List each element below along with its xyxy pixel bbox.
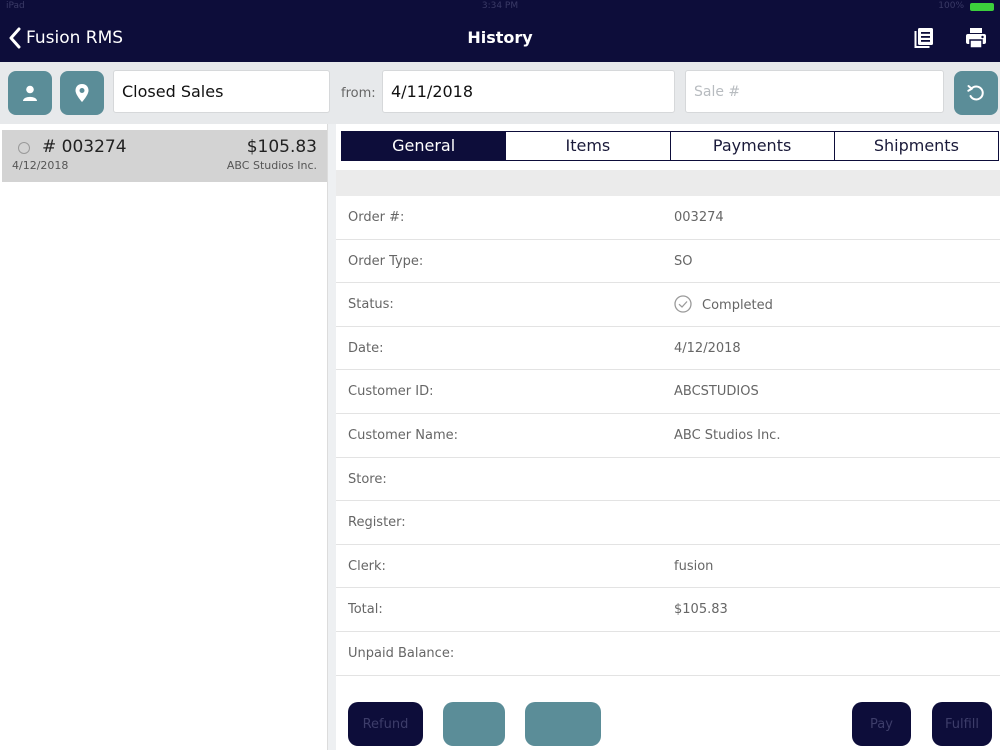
action-button-2[interactable] (443, 702, 505, 746)
chevron-left-icon (9, 27, 21, 49)
back-label: Fusion RMS (26, 28, 124, 48)
detail-row-customer-id: Customer ID: ABCSTUDIOS (336, 370, 1000, 414)
battery-percent: 100% (938, 1, 964, 11)
battery-icon (970, 3, 994, 11)
refresh-button[interactable] (954, 71, 998, 115)
printer-icon (966, 28, 986, 49)
list-item-customer: ABC Studios Inc. (226, 159, 317, 172)
sale-number-input[interactable]: Sale # (685, 70, 944, 113)
tab-shipments[interactable]: Shipments (834, 132, 998, 160)
detail-value: SO (674, 253, 693, 269)
location-filter-button[interactable] (60, 71, 104, 115)
detail-row-order-type: Order Type: SO (336, 240, 1000, 284)
section-divider (336, 170, 1000, 196)
detail-rows: Order #: 003274 Order Type: SO Status: C… (336, 196, 1000, 676)
status-bar: iPad 3:34 PM 100% (0, 0, 1000, 14)
refresh-icon (967, 85, 984, 101)
list-item-date: 4/12/2018 (12, 159, 69, 172)
filter-bar: Closed Sales from: 4/11/2018 Sale # (0, 62, 1000, 124)
status-text: Completed (702, 297, 773, 313)
nav-bar: Fusion RMS History (0, 14, 1000, 62)
detail-value: 4/12/2018 (674, 340, 741, 356)
detail-row-store: Store: (336, 458, 1000, 502)
detail-value: fusion (674, 558, 714, 574)
back-button[interactable]: Fusion RMS (8, 26, 123, 50)
report-button[interactable] (912, 26, 936, 50)
tab-general[interactable]: General (342, 132, 507, 160)
detail-row-register: Register: (336, 501, 1000, 545)
check-circle-icon (18, 142, 30, 154)
sales-list: # 003274 $105.83 4/12/2018 ABC Studios I… (0, 124, 328, 750)
detail-value: ABC Studios Inc. (674, 427, 781, 443)
detail-label: Customer ID: (348, 384, 434, 400)
detail-value: ABCSTUDIOS (674, 384, 759, 400)
detail-label: Order #: (348, 210, 405, 225)
sale-type-select[interactable]: Closed Sales (113, 70, 330, 113)
detail-label: Total: (348, 602, 383, 618)
detail-row-clerk: Clerk: fusion (336, 545, 1000, 589)
detail-row-total: Total: $105.83 (336, 588, 1000, 632)
from-label: from: (341, 86, 376, 101)
detail-row-customer-name: Customer Name: ABC Studios Inc. (336, 414, 1000, 458)
customer-filter-button[interactable] (8, 71, 52, 115)
detail-tabs: General Items Payments Shipments (341, 131, 999, 161)
location-pin-icon (75, 84, 89, 102)
pay-button[interactable]: Pay (852, 702, 911, 746)
tab-payments[interactable]: Payments (670, 132, 835, 160)
check-circle-icon (674, 295, 692, 313)
detail-label: Unpaid Balance: (348, 645, 455, 661)
detail-row-unpaid-balance: Unpaid Balance: (336, 632, 1000, 676)
detail-value: $105.83 (674, 602, 728, 618)
list-item-total: $105.83 (246, 137, 317, 157)
document-list-icon (914, 28, 933, 48)
detail-row-order-number: Order #: 003274 (336, 196, 1000, 240)
status-value: Completed (674, 295, 773, 313)
refund-button[interactable]: Refund (348, 702, 423, 746)
print-button[interactable] (964, 26, 988, 50)
detail-label: Order Type: (348, 253, 424, 269)
list-item[interactable]: # 003274 $105.83 4/12/2018 ABC Studios I… (2, 130, 327, 182)
list-item-order-number: # 003274 (42, 137, 127, 157)
detail-value: 003274 (674, 210, 724, 225)
detail-label: Store: (348, 471, 387, 487)
detail-label: Date: (348, 340, 384, 356)
action-button-3[interactable] (525, 702, 601, 746)
status-time: 3:34 PM (481, 1, 519, 11)
fulfill-button[interactable]: Fulfill (932, 702, 992, 746)
detail-label: Customer Name: (348, 427, 459, 443)
page-title: History (467, 28, 533, 47)
from-date-field[interactable]: 4/11/2018 (382, 70, 675, 113)
detail-label: Status: (348, 297, 394, 313)
sale-detail-panel: General Items Payments Shipments Order #… (336, 124, 1000, 750)
detail-row-date: Date: 4/12/2018 (336, 327, 1000, 371)
detail-label: Register: (348, 515, 406, 531)
detail-row-status: Status: Completed (336, 283, 1000, 327)
person-icon (23, 85, 37, 101)
detail-label: Clerk: (348, 558, 386, 574)
tab-items[interactable]: Items (506, 132, 671, 160)
